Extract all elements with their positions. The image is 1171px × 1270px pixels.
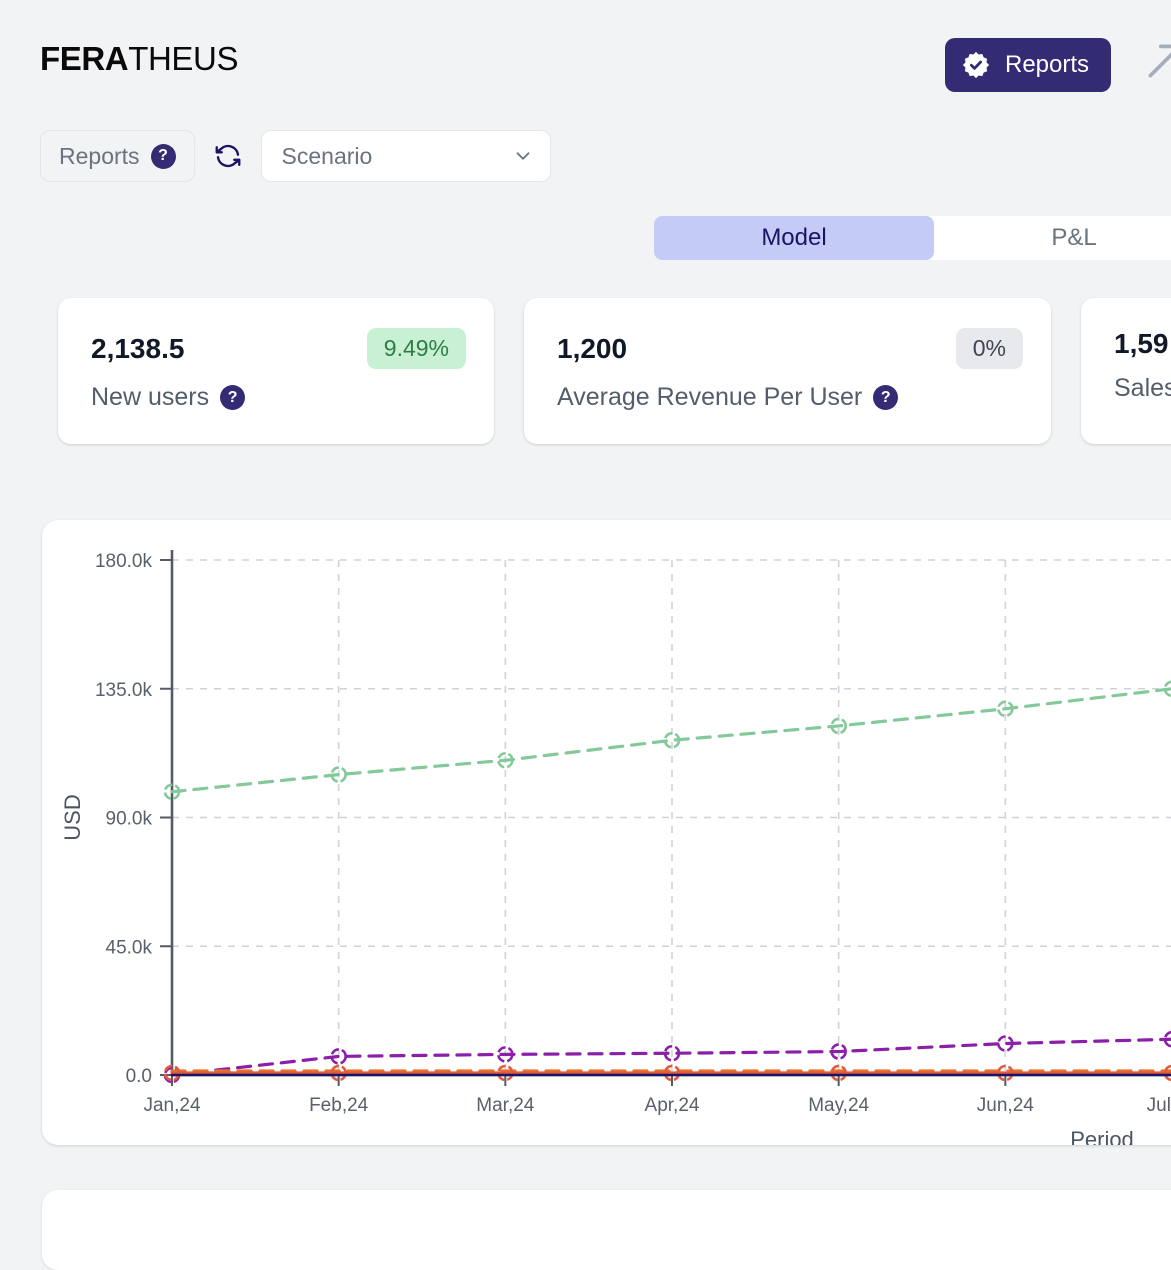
kpi-value: 1,200 [557,332,628,364]
kpi-delta-badge: 0% [955,328,1023,369]
tab-model[interactable]: Model [654,216,934,260]
svg-text:Apr,24: Apr,24 [645,1095,700,1116]
badge-check-icon [962,51,990,79]
kpi-label-row: New users ? [91,383,466,412]
help-icon[interactable]: ? [873,385,899,410]
svg-text:Feb,24: Feb,24 [309,1095,369,1116]
kpi-delta-badge: 9.49% [366,328,466,369]
kpi-card-sales[interactable]: 1,59 Sales [1081,298,1171,444]
reports-button[interactable]: Reports [945,38,1112,92]
svg-text:Period: Period [1070,1127,1134,1145]
line-chart[interactable]: 0.0 45.0k 90.0k 135.0k 180.0k Jan,24 Feb,24 Mar… [42,520,1171,1145]
reports-filter-label: Reports [59,142,140,169]
kpi-card-new-users[interactable]: 2,138.5 9.49% New users ? [58,298,494,444]
kpi-top-row: 1,200 0% [557,328,1023,369]
kpi-top-row: 1,59 [1114,328,1171,360]
tab-model-label: Model [761,224,827,251]
refresh-icon[interactable] [213,141,243,171]
kpi-value: 2,138.5 [91,332,185,364]
kpi-value: 1,59 [1114,328,1169,359]
svg-text:Jul,24: Jul,24 [1147,1095,1171,1116]
chevron-down-icon [516,152,529,160]
kpi-card-arpu[interactable]: 1,200 0% Average Revenue Per User ? [524,298,1051,444]
reports-button-label: Reports [1005,51,1090,78]
svg-text:Jan,24: Jan,24 [143,1095,200,1116]
kpi-label-row: Average Revenue Per User ? [557,383,1023,412]
kpi-top-row: 2,138.5 9.49% [91,328,466,369]
kpi-label: Sales [1114,374,1171,402]
scenario-select-value: Scenario [281,142,373,169]
help-icon[interactable]: ? [220,385,246,410]
app-logo: FERATHEUS [40,40,238,78]
scenario-select[interactable]: Scenario [260,130,551,182]
kpi-label: New users [91,383,210,411]
chart-card: 0.0 45.0k 90.0k 135.0k 180.0k Jan,24 Feb,24 Mar… [42,520,1171,1145]
next-section-card [42,1190,1171,1270]
svg-text:135.0k: 135.0k [95,680,153,701]
svg-text:Mar,24: Mar,24 [476,1095,535,1116]
kpi-label-row: Sales [1114,374,1171,403]
logo-light-part: THEUS [128,40,239,77]
kpi-card-row: 2,138.5 9.49% New users ? 1,200 0% Avera… [58,298,1171,444]
svg-text:90.0k: 90.0k [106,809,153,830]
tab-pnl-label: P&L [1051,224,1097,251]
svg-text:USD: USD [60,794,85,840]
svg-text:180.0k: 180.0k [95,551,153,572]
svg-text:0.0: 0.0 [126,1066,152,1087]
help-icon[interactable]: ? [150,143,176,169]
tab-pnl[interactable]: P&L [934,216,1171,260]
reports-filter-pill[interactable]: Reports ? [40,130,195,182]
trending-up-arrow-icon[interactable] [1140,36,1171,86]
svg-text:May,24: May,24 [808,1095,869,1116]
svg-text:Jun,24: Jun,24 [977,1095,1034,1116]
view-tabs: Model P&L [654,216,1171,260]
filter-bar: Reports ? Scenario [40,130,551,182]
svg-text:45.0k: 45.0k [106,937,153,958]
kpi-label: Average Revenue Per User [557,383,863,411]
logo-bold-part: FERA [40,40,129,77]
